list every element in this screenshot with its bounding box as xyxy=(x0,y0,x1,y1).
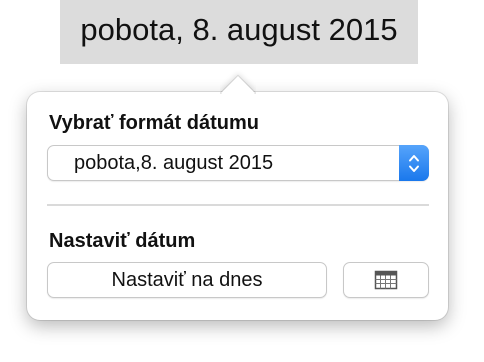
selected-date-value: pobota, 8. august 2015 xyxy=(80,12,398,47)
select-stepper-icon xyxy=(399,145,429,181)
calendar-icon xyxy=(374,270,398,290)
date-format-select[interactable]: pobota,8. august 2015 xyxy=(47,145,429,181)
chevron-down-icon xyxy=(409,165,419,172)
set-today-button[interactable]: Nastaviť na dnes xyxy=(47,262,327,298)
popover-arrow xyxy=(220,70,256,94)
selected-date-text[interactable]: pobota, 8. august 2015 xyxy=(60,0,418,64)
date-section-label: Nastaviť dátum xyxy=(49,230,196,252)
set-today-button-label: Nastaviť na dnes xyxy=(111,268,263,291)
date-format-select-value: pobota,8. august 2015 xyxy=(74,152,274,174)
calendar-button[interactable] xyxy=(343,262,429,298)
chevron-up-icon xyxy=(409,154,419,161)
section-divider xyxy=(47,204,429,206)
format-section-label: Vybrať formát dátumu xyxy=(49,112,259,134)
date-format-popover: Vybrať formát dátumu pobota,8. august 20… xyxy=(27,92,448,320)
